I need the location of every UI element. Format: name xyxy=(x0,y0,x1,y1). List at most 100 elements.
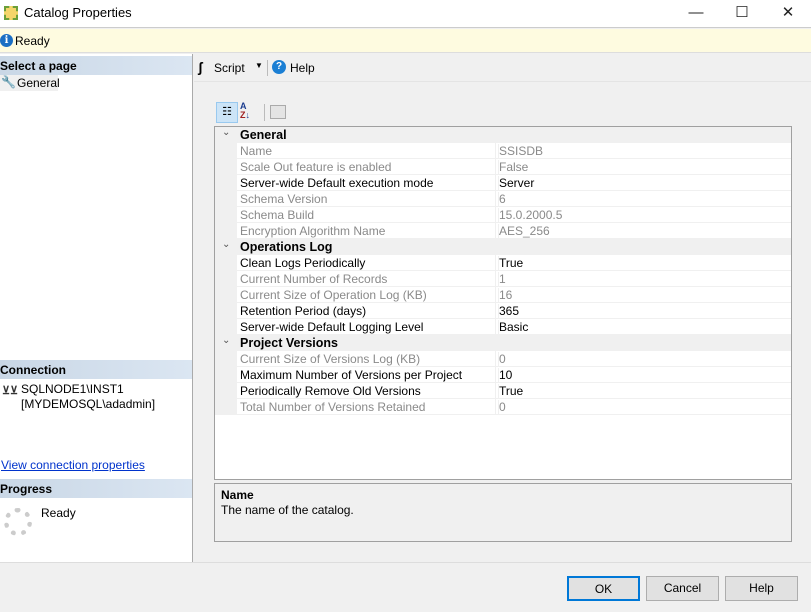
close-button[interactable]: ✕ xyxy=(765,0,811,28)
page-item-general[interactable]: 🔧 General xyxy=(0,75,60,91)
property-row[interactable]: Current Size of Versions Log (KB) 0 xyxy=(215,351,791,367)
property-name: Current Size of Operation Log (KB) xyxy=(240,288,427,302)
property-row[interactable]: Retention Period (days) 365 xyxy=(215,303,791,319)
maximize-button[interactable]: ☐ xyxy=(719,0,765,28)
property-value[interactable]: Server xyxy=(498,176,534,190)
row-gutter xyxy=(215,159,237,175)
row-gutter xyxy=(215,303,237,319)
connection-icon: ⊻⊻ xyxy=(2,385,19,397)
property-row[interactable]: Total Number of Versions Retained 0 xyxy=(215,399,791,415)
property-row[interactable]: Encryption Algorithm Name AES_256 xyxy=(215,223,791,239)
description-panel: Name The name of the catalog. xyxy=(214,483,792,542)
row-gutter xyxy=(215,399,237,415)
property-row[interactable]: Periodically Remove Old Versions True xyxy=(215,383,791,399)
connection-header: Connection xyxy=(0,360,192,379)
property-name: Maximum Number of Versions per Project xyxy=(240,368,463,382)
property-row[interactable]: Schema Version 6 xyxy=(215,191,791,207)
column-separator[interactable] xyxy=(495,287,496,303)
property-name: Encryption Algorithm Name xyxy=(240,224,386,238)
category-row[interactable]: ⌄ Operations Log xyxy=(215,239,791,255)
wrench-icon: 🔧 xyxy=(1,75,16,89)
property-name: Schema Version xyxy=(240,192,328,206)
property-name: Server-wide Default execution mode xyxy=(240,176,434,190)
category-row[interactable]: ⌄ General xyxy=(215,127,791,143)
property-row[interactable]: Clean Logs Periodically True xyxy=(215,255,791,271)
chevron-down-icon[interactable]: ⌄ xyxy=(222,127,230,138)
row-gutter xyxy=(215,351,237,367)
toolbar: ʃ Script ▼ ? Help xyxy=(194,54,811,82)
user-name: [MYDEMOSQL\adadmin] xyxy=(21,397,156,411)
property-value[interactable]: 10 xyxy=(498,368,512,382)
property-row[interactable]: Server-wide Default execution mode Server xyxy=(215,175,791,191)
property-value: AES_256 xyxy=(498,224,550,238)
column-separator[interactable] xyxy=(495,191,496,207)
row-gutter xyxy=(215,383,237,399)
chevron-down-icon[interactable]: ▼ xyxy=(255,61,263,70)
chevron-down-icon[interactable]: ⌄ xyxy=(222,239,230,250)
progress-header: Progress xyxy=(0,479,192,498)
categorized-view-icon[interactable]: ☷ xyxy=(216,102,238,123)
row-gutter xyxy=(215,319,237,335)
property-row[interactable]: Server-wide Default Logging Level Basic xyxy=(215,319,791,335)
minimize-button[interactable]: — xyxy=(673,0,719,28)
row-gutter xyxy=(215,271,237,287)
column-separator[interactable] xyxy=(495,319,496,335)
view-connection-properties-link[interactable]: View connection properties xyxy=(1,458,145,472)
column-separator[interactable] xyxy=(495,143,496,159)
column-separator[interactable] xyxy=(495,207,496,223)
column-separator[interactable] xyxy=(495,159,496,175)
column-separator[interactable] xyxy=(495,367,496,383)
column-separator[interactable] xyxy=(495,351,496,367)
script-button[interactable]: ʃ Script ▼ xyxy=(196,58,266,78)
column-separator[interactable] xyxy=(495,383,496,399)
server-name: SQLNODE1\INST1 xyxy=(21,382,124,396)
script-label: Script xyxy=(214,61,245,75)
property-row[interactable]: Schema Build 15.0.2000.5 xyxy=(215,207,791,223)
property-name: Current Number of Records xyxy=(240,272,388,286)
column-separator[interactable] xyxy=(495,271,496,287)
page-item-label: General xyxy=(17,76,60,90)
property-name: Name xyxy=(240,144,273,158)
property-value: 6 xyxy=(498,192,506,206)
ok-button[interactable]: OK xyxy=(567,576,640,601)
property-pages-icon xyxy=(270,105,286,119)
column-separator[interactable] xyxy=(495,399,496,415)
app-icon xyxy=(4,6,18,20)
chevron-down-icon[interactable]: ⌄ xyxy=(222,335,230,346)
row-gutter xyxy=(215,367,237,383)
column-separator[interactable] xyxy=(495,175,496,191)
column-separator[interactable] xyxy=(495,255,496,271)
property-value[interactable]: 365 xyxy=(498,304,519,318)
property-row[interactable]: Name SSISDB xyxy=(215,143,791,159)
property-row[interactable]: Current Size of Operation Log (KB) 16 xyxy=(215,287,791,303)
property-name: Schema Build xyxy=(240,208,315,222)
property-name: Current Size of Versions Log (KB) xyxy=(240,352,421,366)
help-label: Help xyxy=(290,61,315,75)
help-toolbar-button[interactable]: ? Help xyxy=(272,58,322,78)
property-value: 16 xyxy=(498,288,513,302)
row-gutter xyxy=(215,191,237,207)
cancel-button[interactable]: Cancel xyxy=(646,576,719,601)
property-row[interactable]: Scale Out feature is enabled False xyxy=(215,159,791,175)
progress-spinner-icon xyxy=(4,508,32,536)
property-value[interactable]: Basic xyxy=(498,320,528,334)
property-value: SSISDB xyxy=(498,144,544,158)
column-separator[interactable] xyxy=(495,303,496,319)
property-row[interactable]: Current Number of Records 1 xyxy=(215,271,791,287)
status-text: Ready xyxy=(15,34,50,48)
property-name: Retention Period (days) xyxy=(240,304,367,318)
description-text: The name of the catalog. xyxy=(221,503,354,517)
property-value: 1 xyxy=(498,272,506,286)
property-value: 0 xyxy=(498,352,506,366)
property-row[interactable]: Maximum Number of Versions per Project 10 xyxy=(215,367,791,383)
help-button[interactable]: Help xyxy=(725,576,798,601)
category-name: Operations Log xyxy=(240,240,333,254)
property-value[interactable]: True xyxy=(498,384,523,398)
row-gutter xyxy=(215,223,237,239)
row-gutter xyxy=(215,207,237,223)
property-value[interactable]: True xyxy=(498,256,523,270)
sort-alphabetical-icon[interactable]: A Z↓ xyxy=(240,102,260,123)
category-row[interactable]: ⌄ Project Versions xyxy=(215,335,791,351)
property-name: Periodically Remove Old Versions xyxy=(240,384,421,398)
column-separator[interactable] xyxy=(495,223,496,239)
